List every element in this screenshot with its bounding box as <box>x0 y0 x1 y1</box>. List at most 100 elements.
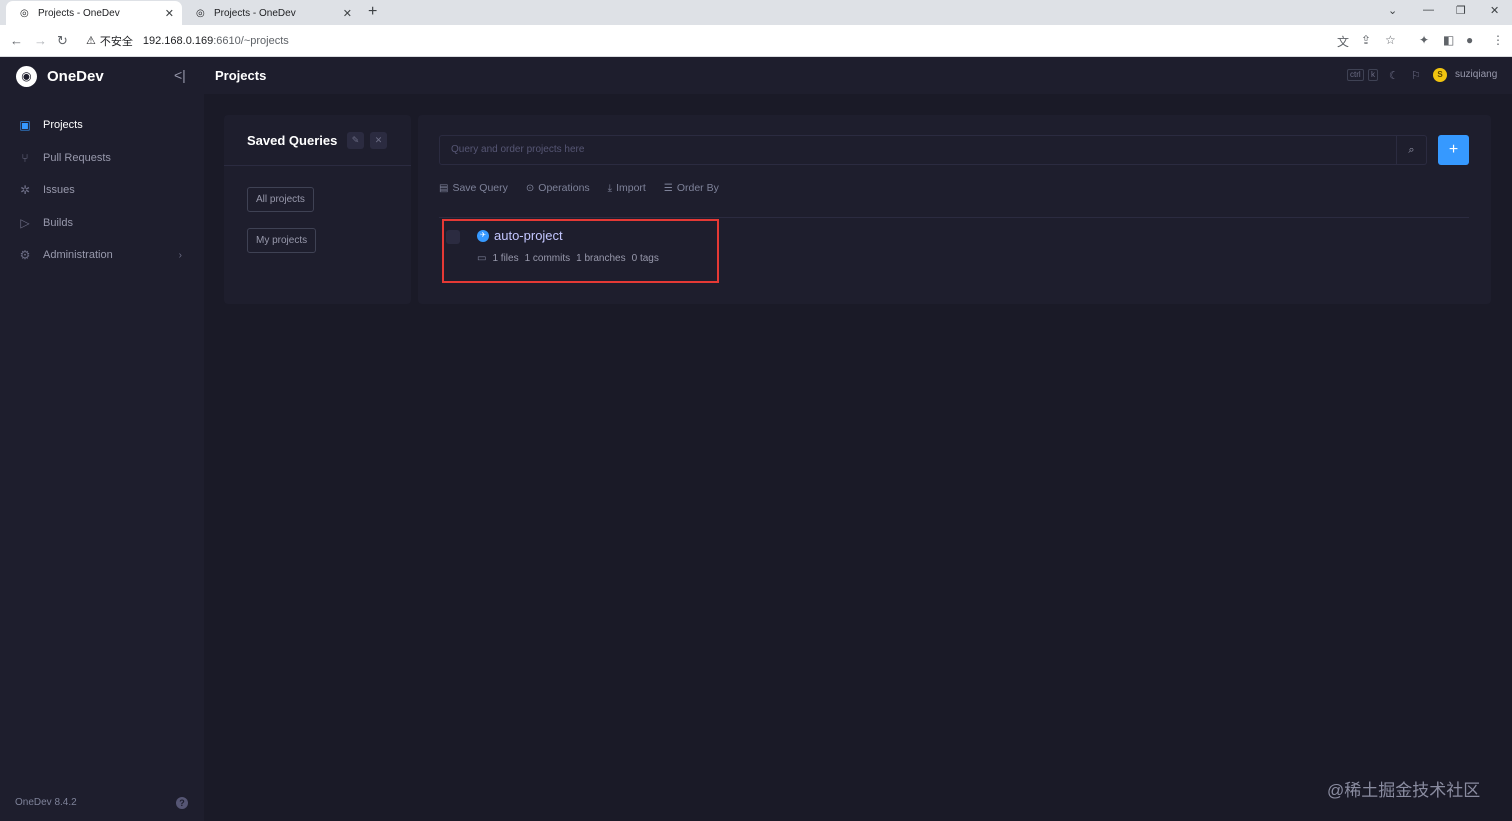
shortcut-key-ctrl[interactable]: ctrl <box>1347 69 1364 81</box>
alert-icon[interactable]: ⚐ <box>1411 69 1421 82</box>
plus-icon: + <box>1448 141 1459 158</box>
warning-icon: ⚠ <box>86 35 96 47</box>
close-icon[interactable]: ✕ <box>370 132 387 149</box>
page-title: Projects <box>215 68 267 83</box>
brand-name: OneDev <box>47 67 104 85</box>
reload-icon[interactable]: ↻ <box>57 33 68 49</box>
bug-icon: ✲ <box>19 183 31 198</box>
profile-icon[interactable]: ● <box>1466 33 1473 47</box>
menu-icon[interactable]: ⋮ <box>1492 33 1504 47</box>
project-name-link[interactable]: auto-project <box>494 228 563 243</box>
operations-label: Operations <box>538 182 590 194</box>
project-avatar-icon: ✈ <box>477 230 489 242</box>
url-path: :6610/~projects <box>213 34 289 47</box>
divider <box>439 217 1469 218</box>
projects-toolbar: ▤ Save Query ⊙ Operations ⤓ Import ☰ Order B… <box>439 181 737 195</box>
sidebar-item-issues[interactable]: ✲ Issues <box>0 174 204 207</box>
sidebar-item-pull-requests[interactable]: ⑂ Pull Requests <box>0 142 204 175</box>
sidebar-item-builds[interactable]: ▷ Builds <box>0 207 204 240</box>
collapse-sidebar-icon[interactable]: <| <box>174 67 186 83</box>
saved-query-my-projects[interactable]: My projects <box>247 228 317 253</box>
project-query-input[interactable]: Query and order projects here <box>439 135 1397 165</box>
shortcut-key-k[interactable]: k <box>1368 69 1378 81</box>
sort-icon: ☰ <box>663 182 673 194</box>
moon-icon[interactable]: ☾ <box>1389 69 1399 82</box>
sidebar-item-label: Builds <box>43 216 73 229</box>
security-label: 不安全 <box>99 35 133 48</box>
window-close-icon[interactable]: ✕ <box>1490 4 1499 17</box>
import-button[interactable]: ⤓ Import <box>608 182 646 194</box>
sidebar-nav: ▣ Projects ⑂ Pull Requests ✲ Issues ▷ Bu… <box>0 109 204 272</box>
project-select-checkbox[interactable] <box>446 230 460 244</box>
download-icon: ⤓ <box>607 182 613 194</box>
sidebar-item-label: Administration <box>43 249 113 262</box>
brand[interactable]: ◉ OneDev <box>16 65 104 87</box>
search-button[interactable]: ⌕ <box>1397 135 1427 165</box>
folder-icon: ▭ <box>477 252 487 264</box>
projects-icon: ▣ <box>19 118 31 133</box>
divider <box>224 165 411 166</box>
username[interactable]: suziqiang <box>1455 69 1497 80</box>
share-icon[interactable]: ⇪ <box>1361 33 1371 47</box>
add-project-button[interactable]: + <box>1438 135 1469 165</box>
avatar[interactable]: S <box>1433 68 1447 82</box>
onedev-logo-icon: ◉ <box>16 65 37 87</box>
gear-icon: ⚙ <box>19 248 31 263</box>
order-by-label: Order By <box>676 182 719 194</box>
side-panel-icon[interactable]: ◧ <box>1443 33 1454 47</box>
search-icon: ⌕ <box>1408 144 1415 156</box>
project-stats: ▭ 1 files 1 commits 1 branches 0 tags <box>477 252 665 264</box>
sidebar-item-label: Issues <box>43 184 75 197</box>
save-query-button[interactable]: ▤ Save Query <box>439 182 508 194</box>
sidebar-item-label: Projects <box>43 119 83 132</box>
order-by-button[interactable]: ☰ Order By <box>664 182 719 194</box>
url-host: 192.168.0.169 <box>142 34 214 47</box>
sidebar-item-projects[interactable]: ▣ Projects <box>0 109 204 142</box>
saved-queries-title: Saved Queries <box>247 133 338 148</box>
operations-icon: ⊙ <box>525 182 535 194</box>
back-icon[interactable]: ← <box>10 33 23 48</box>
new-tab-icon[interactable]: + <box>368 3 377 21</box>
project-commits-link[interactable]: 1 commits <box>525 253 571 264</box>
projects-panel: Query and order projects here ⌕ + ▤ Save … <box>418 115 1491 304</box>
app-version: OneDev 8.4.2 <box>15 797 77 808</box>
translate-icon[interactable]: 文 <box>1337 33 1349 50</box>
onedev-favicon-icon: ◎ <box>196 7 205 19</box>
saved-query-all-projects[interactable]: All projects <box>247 187 314 212</box>
play-circle-icon: ▷ <box>20 215 30 230</box>
pull-request-icon: ⑂ <box>21 150 29 165</box>
address-bar: ← → ↻ ⚠ 不安全 192.168.0.169:6610/~projects… <box>0 25 1512 57</box>
forward-icon[interactable]: → <box>34 33 47 48</box>
close-icon[interactable]: ✕ <box>343 7 352 20</box>
chevron-down-icon[interactable]: ⌄ <box>1388 4 1397 17</box>
sidebar-item-administration[interactable]: ⚙ Administration › <box>0 239 204 272</box>
project-branches-link[interactable]: 1 branches <box>576 253 625 264</box>
watermark: @稀土掘金技术社区 <box>1327 781 1481 800</box>
tab-title: Projects - OneDev <box>214 7 296 19</box>
chevron-right-icon: › <box>178 249 182 261</box>
project-tags-link[interactable]: 0 tags <box>632 253 659 264</box>
tab-title: Projects - OneDev <box>38 7 120 19</box>
sidebar: ◉ OneDev <| ▣ Projects ⑂ Pull Requests ✲… <box>0 57 204 821</box>
sidebar-item-label: Pull Requests <box>43 151 111 164</box>
import-label: Import <box>616 182 646 194</box>
minimize-icon[interactable]: — <box>1423 4 1434 16</box>
highlight-box <box>442 219 719 283</box>
help-icon[interactable]: ? <box>176 797 188 809</box>
close-icon[interactable]: ✕ <box>165 7 174 20</box>
browser-tab-strip: ◎ Projects - OneDev ✕ ◎ Projects - OneDe… <box>0 0 1512 25</box>
project-files-link[interactable]: 1 files <box>492 253 518 264</box>
save-query-label: Save Query <box>452 182 508 194</box>
saved-queries-panel: Saved Queries ✎ ✕ All projects My projec… <box>224 115 411 304</box>
save-icon: ▤ <box>439 182 449 194</box>
url-field[interactable]: ⚠ 不安全 192.168.0.169:6610/~projects <box>80 29 1320 52</box>
browser-tab-active[interactable]: ◎ Projects - OneDev ✕ <box>6 1 182 25</box>
onedev-favicon-icon: ◎ <box>20 7 29 19</box>
extensions-icon[interactable]: ✦ <box>1419 33 1429 47</box>
operations-button[interactable]: ⊙ Operations <box>526 182 590 194</box>
browser-tab[interactable]: ◎ Projects - OneDev ✕ <box>182 1 360 25</box>
edit-icon[interactable]: ✎ <box>347 132 364 149</box>
restore-icon[interactable]: ❐ <box>1456 4 1466 17</box>
top-bar: Projects ctrl k ☾ ⚐ S suziqiang <box>204 57 1512 94</box>
star-icon[interactable]: ☆ <box>1385 33 1396 47</box>
